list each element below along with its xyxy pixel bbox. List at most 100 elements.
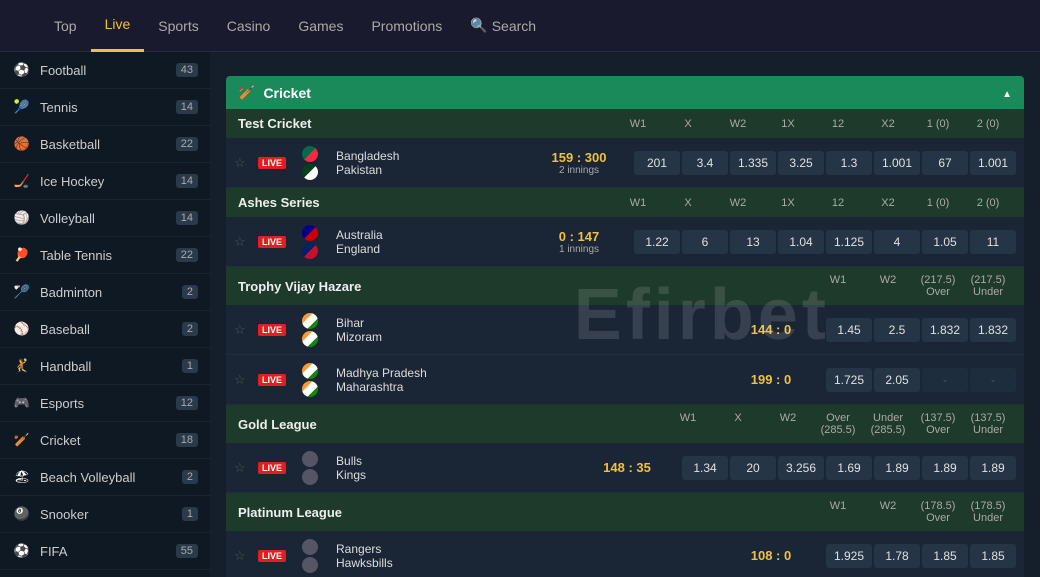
favorite-icon[interactable]: ☆ (234, 460, 252, 476)
team1-logo (302, 146, 318, 162)
favorite-icon[interactable]: ☆ (234, 322, 252, 338)
search-label: Search (492, 18, 536, 34)
nav-sports[interactable]: Sports (144, 0, 212, 52)
sidebar-item-ice-hockey[interactable]: 🏒 Ice Hockey 14 (0, 163, 210, 200)
sidebar-item-badminton[interactable]: 🏸 Badminton 2 (0, 274, 210, 311)
team2-logo (302, 469, 318, 485)
sub-section-title: Test Cricket (238, 116, 614, 131)
odd-button-4[interactable]: 1.89 (874, 456, 920, 480)
odd-button-6[interactable]: 1.05 (922, 230, 968, 254)
nav-promotions[interactable]: Promotions (357, 0, 456, 52)
match-row: ☆ LIVE Madhya Pradesh Maharashtra 199 : … (226, 355, 1024, 405)
sub-section-header-ashes-series: Ashes Series W1XW21X12X21 (0)2 (0) (226, 188, 1024, 217)
sidebar-item-mortal-kombat[interactable]: 🥊 Mortal Kombat 16 (0, 570, 210, 577)
col-header: (178.5) Under (964, 500, 1012, 524)
sidebar-item-fifa[interactable]: ⚽ FIFA 55 (0, 533, 210, 570)
live-badge: LIVE (258, 550, 286, 562)
odd-button-7[interactable]: 1.001 (970, 151, 1016, 175)
odd-button-2[interactable]: 1.832 (922, 318, 968, 342)
odd-button-2[interactable]: 1.85 (922, 544, 968, 568)
odd-button-3[interactable]: 3.25 (778, 151, 824, 175)
sport-label: Baseball (40, 322, 182, 337)
team1-name: Madhya Pradesh (336, 366, 716, 380)
odd-button-3[interactable]: 1.69 (826, 456, 872, 480)
odd-button-1[interactable]: 2.05 (874, 368, 920, 392)
odd-button-0[interactable]: 1.45 (826, 318, 872, 342)
sport-label: Handball (40, 359, 182, 374)
odds-container: 1.34203.2561.691.891.891.89 (682, 456, 1016, 480)
sport-icon: 🤾 (12, 356, 32, 376)
odd-button-2[interactable]: 13 (730, 230, 776, 254)
favorite-icon[interactable]: ☆ (234, 155, 252, 171)
sidebar-item-beach-volleyball[interactable]: 🏖 Beach Volleyball 2 (0, 459, 210, 496)
sidebar-item-tennis[interactable]: 🎾 Tennis 14 (0, 89, 210, 126)
col-header: Under (285.5) (864, 412, 912, 436)
odd-button-3[interactable]: 1.85 (970, 544, 1016, 568)
odd-button-4[interactable]: 1.125 (826, 230, 872, 254)
odd-button-1[interactable]: 3.4 (682, 151, 728, 175)
odd-button-1[interactable]: 6 (682, 230, 728, 254)
sub-section-header-gold-league: Gold League W1XW2Over (285.5)Under (285.… (226, 405, 1024, 443)
sport-label: Esports (40, 396, 176, 411)
odd-button-0[interactable]: 1.34 (682, 456, 728, 480)
odd-button-7[interactable]: 11 (970, 230, 1016, 254)
odd-button-1[interactable]: 2.5 (874, 318, 920, 342)
odd-button-0[interactable]: 201 (634, 151, 680, 175)
sport-icon: 🏸 (12, 282, 32, 302)
sub-section-title: Ashes Series (238, 195, 614, 210)
odd-button-3[interactable]: 1.832 (970, 318, 1016, 342)
sport-icon: 🎱 (12, 504, 32, 524)
match-row: ☆ LIVE Bulls Kings 148 : 35 1.34203.2561… (226, 443, 1024, 493)
nav-games[interactable]: Games (284, 0, 357, 52)
sidebar-item-cricket[interactable]: 🏏 Cricket 18 (0, 422, 210, 459)
odd-button-2[interactable]: 3.256 (778, 456, 824, 480)
sport-icon: 🎮 (12, 393, 32, 413)
match-score: 148 : 35 (572, 460, 682, 475)
team1-logo (302, 225, 318, 241)
nav-casino[interactable]: Casino (213, 0, 285, 52)
sidebar-item-baseball[interactable]: ⚾ Baseball 2 (0, 311, 210, 348)
odd-button-3[interactable]: 1.04 (778, 230, 824, 254)
odd-button-6[interactable]: 67 (922, 151, 968, 175)
nav-search[interactable]: 🔍 Search (456, 0, 550, 52)
sidebar-item-table-tennis[interactable]: 🏓 Table Tennis 22 (0, 237, 210, 274)
odd-button-4[interactable]: 1.3 (826, 151, 872, 175)
odd-button-0[interactable]: 1.725 (826, 368, 872, 392)
cricket-section: 🏏 Cricket Test Cricket W1XW21X12X21 (0)2… (226, 76, 1024, 577)
sport-count: 55 (176, 544, 198, 558)
odd-button-0[interactable]: 1.925 (826, 544, 872, 568)
odd-button-2[interactable]: 1.335 (730, 151, 776, 175)
col-header: W2 (864, 274, 912, 298)
favorite-icon[interactable]: ☆ (234, 548, 252, 564)
odds-container: 1.226131.041.12541.0511 (634, 230, 1016, 254)
odd-button-5[interactable]: 4 (874, 230, 920, 254)
col-header: X2 (864, 118, 912, 130)
sport-icon: ⚾ (12, 319, 32, 339)
sport-section-header[interactable]: 🏏 Cricket (226, 76, 1024, 109)
sport-count: 22 (176, 137, 198, 151)
sport-icon: 🏓 (12, 245, 32, 265)
col-header: 2 (0) (964, 118, 1012, 130)
sidebar-item-esports[interactable]: 🎮 Esports 12 (0, 385, 210, 422)
odd-button-6[interactable]: 1.89 (970, 456, 1016, 480)
sidebar-item-snooker[interactable]: 🎱 Snooker 1 (0, 496, 210, 533)
sidebar-item-football[interactable]: ⚽ Football 43 (0, 52, 210, 89)
favorite-icon[interactable]: ☆ (234, 234, 252, 250)
sidebar-item-handball[interactable]: 🤾 Handball 1 (0, 348, 210, 385)
favorite-icon[interactable]: ☆ (234, 372, 252, 388)
team-logos (292, 313, 328, 347)
match-row: ☆ LIVE Rangers Hawksbills 108 : 0 1.9251… (226, 531, 1024, 577)
odd-button-1[interactable]: 1.78 (874, 544, 920, 568)
nav-live[interactable]: Live (91, 0, 145, 52)
odd-button-1[interactable]: 20 (730, 456, 776, 480)
team-logos (292, 451, 328, 485)
sport-icon: ⚽ (12, 60, 32, 80)
odd-button-0[interactable]: 1.22 (634, 230, 680, 254)
sport-label: Basketball (40, 137, 176, 152)
odd-button-5[interactable]: 1.89 (922, 456, 968, 480)
nav-top[interactable]: Top (40, 0, 91, 52)
match-row: ☆ LIVE Bihar Mizoram 144 : 0 1.452.51.83… (226, 305, 1024, 355)
odd-button-5[interactable]: 1.001 (874, 151, 920, 175)
sidebar-item-basketball[interactable]: 🏀 Basketball 22 (0, 126, 210, 163)
sidebar-item-volleyball[interactable]: 🏐 Volleyball 14 (0, 200, 210, 237)
